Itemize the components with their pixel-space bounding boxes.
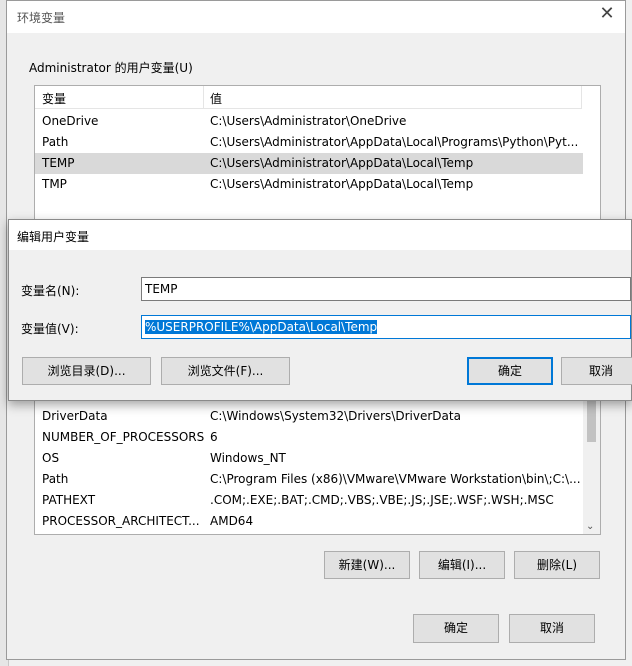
- list-item[interactable]: TMP C:\Users\Administrator\AppData\Local…: [35, 174, 583, 195]
- var-value: C:\Users\Administrator\OneDrive: [210, 114, 407, 128]
- var-value: C:\Users\Administrator\AppData\Local\Tem…: [210, 177, 474, 191]
- close-icon[interactable]: ✕: [599, 5, 615, 23]
- list-item[interactable]: NUMBER_OF_PROCESSORS 6: [35, 427, 583, 448]
- title-bar: 编辑用户变量: [9, 220, 631, 250]
- browse-directory-button[interactable]: 浏览目录(D)...: [22, 357, 151, 385]
- list-item[interactable]: Path C:\Program Files (x86)\VMware\VMwar…: [35, 469, 583, 490]
- var-name: Path: [42, 135, 69, 149]
- var-name: OneDrive: [42, 114, 99, 128]
- edit-button[interactable]: 编辑(I)...: [419, 551, 505, 579]
- new-button[interactable]: 新建(W)...: [324, 551, 410, 579]
- list-item[interactable]: Path C:\Users\Administrator\AppData\Loca…: [35, 132, 583, 153]
- selected-text: %USERPROFILE%\AppData\Local\Temp: [145, 320, 378, 334]
- var-value: Windows_NT: [210, 451, 286, 465]
- var-name: PATHEXT: [42, 493, 96, 507]
- var-value: 6: [210, 430, 218, 444]
- edit-ok-button[interactable]: 确定: [467, 357, 553, 385]
- edit-user-variable-dialog: 编辑用户变量 变量名(N): TEMP 变量值(V): %USERPROFILE…: [8, 219, 632, 401]
- user-vars-list[interactable]: 变量 值 OneDrive C:\Users\Administrator\One…: [34, 85, 601, 221]
- var-value: AMD64: [210, 514, 254, 528]
- var-name: OS: [42, 451, 60, 465]
- delete-button[interactable]: 删除(L): [514, 551, 600, 579]
- ok-button[interactable]: 确定: [413, 614, 499, 643]
- var-name: NUMBER_OF_PROCESSORS: [42, 430, 205, 444]
- title-bar: 环境变量 ✕: [7, 1, 625, 33]
- chevron-down-icon[interactable]: ⌄: [586, 521, 594, 532]
- scrollbar-thumb[interactable]: [587, 398, 596, 442]
- var-value: C:\Windows\System32\Drivers\DriverData: [210, 409, 461, 423]
- list-item[interactable]: OS Windows_NT: [35, 448, 583, 469]
- var-value: C:\Users\Administrator\AppData\Local\Pro…: [210, 135, 579, 149]
- dialog-title: 环境变量: [17, 11, 66, 25]
- browse-file-button[interactable]: 浏览文件(F)...: [161, 357, 290, 385]
- list-item[interactable]: OneDrive C:\Users\Administrator\OneDrive: [35, 111, 583, 132]
- var-name: Path: [42, 472, 69, 486]
- system-vars-list[interactable]: DriverData C:\Windows\System32\Drivers\D…: [34, 391, 601, 535]
- cancel-button[interactable]: 取消: [509, 614, 595, 643]
- var-name: DriverData: [42, 409, 108, 423]
- variable-value-label: 变量值(V):: [21, 322, 79, 336]
- list-item[interactable]: DriverData C:\Windows\System32\Drivers\D…: [35, 406, 583, 427]
- edit-cancel-button[interactable]: 取消: [561, 357, 632, 385]
- var-value: C:\Program Files (x86)\VMware\VMware Wor…: [210, 472, 581, 486]
- variable-name-label: 变量名(N):: [21, 284, 80, 298]
- list-item-selected[interactable]: TEMP C:\Users\Administrator\AppData\Loca…: [35, 153, 583, 174]
- list-item[interactable]: PATHEXT .COM;.EXE;.BAT;.CMD;.VBS;.VBE;.J…: [35, 490, 583, 511]
- column-header-variable[interactable]: 变量: [42, 90, 66, 107]
- var-name: PROCESSOR_ARCHITECT...: [42, 514, 200, 528]
- var-name: TMP: [42, 177, 67, 191]
- var-value: C:\Users\Administrator\AppData\Local\Tem…: [210, 156, 474, 170]
- var-value: .COM;.EXE;.BAT;.CMD;.VBS;.VBE;.JS;.JSE;.…: [210, 493, 554, 507]
- dialog-title: 编辑用户变量: [17, 230, 90, 244]
- variable-value-input[interactable]: %USERPROFILE%\AppData\Local\Temp: [141, 315, 631, 339]
- column-header-value[interactable]: 值: [210, 90, 222, 107]
- scrollbar[interactable]: ⌄: [583, 392, 600, 534]
- list-header: 变量 值: [35, 86, 582, 109]
- variable-name-input[interactable]: TEMP: [141, 277, 631, 301]
- user-vars-label: Administrator 的用户变量(U): [29, 61, 193, 75]
- var-name: TEMP: [42, 156, 75, 170]
- list-item[interactable]: PROCESSOR_ARCHITECT... AMD64: [35, 511, 583, 532]
